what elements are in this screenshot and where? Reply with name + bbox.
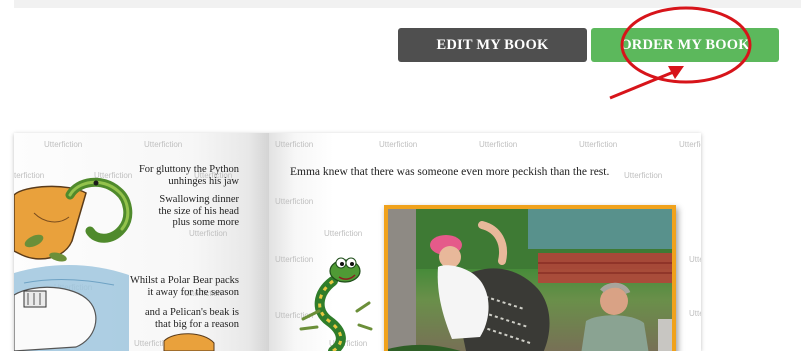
poem-stanza-2: Swallowing dinner the size of his head p… [159,194,239,229]
poem-line: For gluttony the Python [138,164,239,175]
book-preview: Utterfiction Utterfiction Utterfiction U… [14,133,701,351]
watermark: Utterfiction [689,309,701,318]
order-my-book-button[interactable]: ORDER MY BOOK [591,28,779,62]
watermark: Utterfiction [479,140,518,149]
poem-line: Swallowing dinner [159,194,239,205]
annotation-arrow [609,69,677,100]
poem-line: it away for the season [147,286,239,298]
photo-scene [388,209,672,351]
snake-cartoon [299,257,373,351]
watermark: Utterfiction [679,140,701,149]
watermark: Utterfiction [275,197,314,206]
edit-my-book-button[interactable]: EDIT MY BOOK [398,28,587,62]
poem-stanza-3: Whilst a Polar Bear packs it away for th… [130,275,239,298]
poem-stanza-1: For gluttony the Python unhinges his jaw [139,164,239,187]
poem-line: unhinges his jaw [168,175,239,187]
poem-line: Whilst a Polar Bear packs [129,275,239,286]
photo-frame [384,205,676,351]
poem-line: plus some more [172,217,240,228]
book-left-page: Utterfiction Utterfiction Utterfiction U… [14,133,269,351]
poem-line: the size of his head [158,205,239,217]
watermark: Utterfiction [624,171,663,180]
poem-stanza-4: and a Pelican's beak is that big for a r… [145,307,239,330]
watermark: Utterfiction [379,140,418,149]
book-right-page: Utterfiction Utterfiction Utterfiction U… [269,133,701,351]
story-text: Emma knew that there was someone even mo… [290,166,610,178]
watermark: Utterfiction [275,140,314,149]
poem-line: that big for a reason [155,318,239,330]
top-divider-strip [14,0,801,8]
poem-line: and a Pelican's beak is [144,307,239,318]
watermark: Utterfiction [579,140,618,149]
watermark: Utterfiction [689,255,701,264]
annotation-arrowhead [668,66,684,79]
watermark: Utterfiction [324,229,363,238]
family-photo [388,209,672,351]
